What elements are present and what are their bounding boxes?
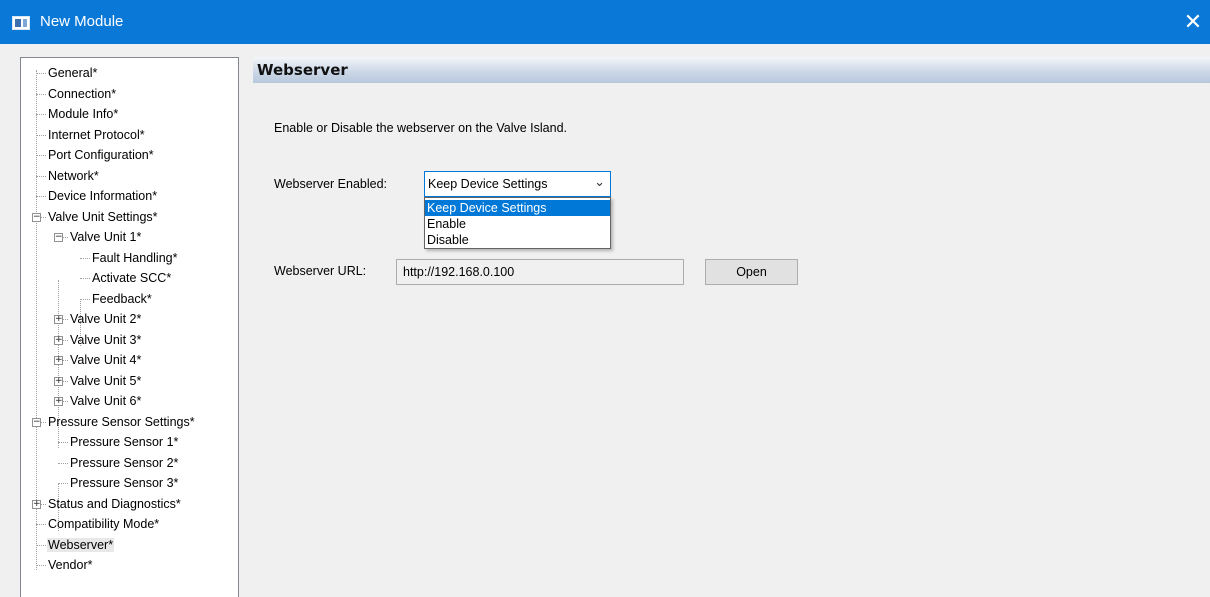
tree-connector — [80, 257, 90, 259]
tree-item[interactable]: Internet Protocol* — [47, 126, 146, 144]
tree-item-label: Device Information* — [48, 189, 158, 203]
tree-item[interactable]: Module Info* — [47, 105, 119, 123]
webserver-url-label: Webserver URL: — [274, 264, 367, 278]
tree-item[interactable]: Pressure Sensor Settings* — [47, 413, 196, 431]
tree-item-label: Valve Unit 5* — [70, 373, 142, 388]
collapse-icon[interactable]: − — [32, 417, 41, 427]
tree-item-label: Network* — [48, 168, 99, 183]
tree-item-label: Valve Unit 3* — [70, 332, 142, 347]
page-title: Webserver — [257, 61, 348, 79]
tree-item[interactable]: Pressure Sensor 3* — [69, 474, 179, 492]
tree-item[interactable]: Valve Unit 2* — [69, 310, 142, 328]
tree-item[interactable]: Webserver* — [47, 536, 115, 554]
expand-icon[interactable]: + — [32, 499, 41, 509]
tree-item-label: Valve Unit 4* — [70, 353, 142, 367]
collapse-icon[interactable]: − — [54, 233, 63, 242]
tree-connector — [58, 483, 68, 484]
tree-item-label: Status and Diagnostics* — [48, 496, 181, 511]
option-disable[interactable]: Disable — [425, 232, 610, 248]
navigation-tree[interactable]: General* Connection* Module Info* Internet … — [20, 57, 239, 597]
tree-item-label: General* — [48, 66, 98, 80]
tree-item[interactable]: Valve Unit 1* — [69, 228, 142, 246]
tree-connector — [36, 73, 46, 74]
tree-item[interactable]: Pressure Sensor 2* — [69, 454, 179, 472]
tree-item[interactable]: General* — [47, 64, 98, 82]
tree-item-label: Fault Handling* — [92, 250, 178, 265]
tree-item[interactable]: Device Information* — [47, 187, 158, 205]
section-header: Webserver — [253, 57, 1210, 83]
description-text: Enable or Disable the webserver on the V… — [274, 121, 567, 135]
tree-connector — [36, 93, 46, 95]
tree-item[interactable]: Feedback* — [91, 290, 153, 308]
tree-item[interactable]: Vendor* — [47, 556, 93, 574]
webserver-enabled-label: Webserver Enabled: — [274, 177, 388, 191]
tree-connector — [36, 524, 46, 525]
tree-item[interactable]: Fault Handling* — [91, 249, 178, 267]
tree-item-label: Pressure Sensor 2* — [70, 455, 179, 470]
select-value: Keep Device Settings — [428, 177, 548, 191]
tree-item-label: Internet Protocol* — [48, 127, 145, 142]
tree-item-label: Webserver* — [47, 537, 115, 552]
option-enable[interactable]: Enable — [425, 216, 610, 232]
tree-item-label: Vendor* — [48, 558, 93, 572]
tree-item[interactable]: Valve Unit 3* — [69, 331, 142, 349]
collapse-icon[interactable]: − — [32, 212, 41, 222]
tree-connector — [36, 155, 46, 156]
tree-connector — [36, 196, 46, 197]
url-value: http://192.168.0.100 — [403, 265, 515, 279]
option-keep-device-settings[interactable]: Keep Device Settings — [425, 200, 610, 216]
close-icon[interactable]: ✕ — [1181, 10, 1205, 34]
expand-icon[interactable]: + — [54, 356, 63, 365]
tree-connector — [36, 114, 46, 115]
webserver-url-field[interactable]: http://192.168.0.100 — [396, 259, 684, 285]
tree-item[interactable]: Network* — [47, 167, 100, 185]
tree-connector — [58, 442, 68, 443]
open-button[interactable]: Open — [705, 259, 798, 285]
tree-item[interactable]: Valve Unit 6* — [69, 392, 142, 410]
expand-icon[interactable]: + — [54, 376, 63, 386]
tree-item-label: Module Info* — [48, 107, 119, 121]
tree-connector — [36, 565, 46, 566]
tree-item-label: Valve Unit 6* — [70, 394, 142, 408]
dropdown-list[interactable]: Keep Device Settings Enable Disable — [424, 197, 611, 249]
tree-item-label: Pressure Sensor Settings* — [48, 414, 195, 429]
tree-item-label: Valve Unit Settings* — [48, 209, 158, 224]
tree-connector — [36, 134, 46, 136]
tree-connector — [80, 298, 90, 300]
webserver-enabled-select[interactable]: Keep Device Settings ⌄ — [424, 171, 611, 197]
tree-item-label: Activate SCC* — [92, 271, 172, 285]
tree-item-label: Valve Unit 2* — [70, 312, 142, 326]
tree-item-label: Port Configuration* — [48, 148, 154, 162]
tree-item-label: Connection* — [48, 86, 117, 101]
tree-item-label: Valve Unit 1* — [70, 230, 142, 244]
tree-item-label: Feedback* — [92, 291, 152, 306]
tree-item[interactable]: Port Configuration* — [47, 146, 155, 164]
tree-item[interactable]: Connection* — [47, 85, 117, 103]
tree-item[interactable]: Valve Unit 4* — [69, 351, 142, 369]
tree-item[interactable]: Valve Unit Settings* — [47, 208, 159, 226]
tree-connector — [36, 544, 46, 546]
tree-guide-line — [36, 70, 37, 570]
tree-item[interactable]: Activate SCC* — [91, 269, 172, 287]
tree-item-label: Compatibility Mode* — [48, 517, 160, 531]
tree-item[interactable]: Pressure Sensor 1* — [69, 433, 179, 451]
tree-item[interactable]: Valve Unit 5* — [69, 372, 142, 390]
expand-icon[interactable]: + — [54, 315, 63, 324]
tree-connector — [36, 175, 46, 177]
expand-icon[interactable]: + — [54, 335, 63, 345]
chevron-down-icon[interactable]: ⌄ — [594, 175, 605, 190]
window-title: New Module — [40, 13, 124, 30]
tree-item-label: Pressure Sensor 1* — [70, 435, 179, 449]
tree-item[interactable]: Compatibility Mode* — [47, 515, 160, 533]
app-window-icon — [12, 16, 30, 30]
expand-icon[interactable]: + — [54, 397, 63, 406]
tree-connector — [58, 462, 68, 464]
title-bar: New Module ✕ — [0, 0, 1210, 44]
tree-connector — [80, 278, 90, 279]
tree-item-label: Pressure Sensor 3* — [70, 476, 179, 490]
tree-item[interactable]: Status and Diagnostics* — [47, 495, 182, 513]
